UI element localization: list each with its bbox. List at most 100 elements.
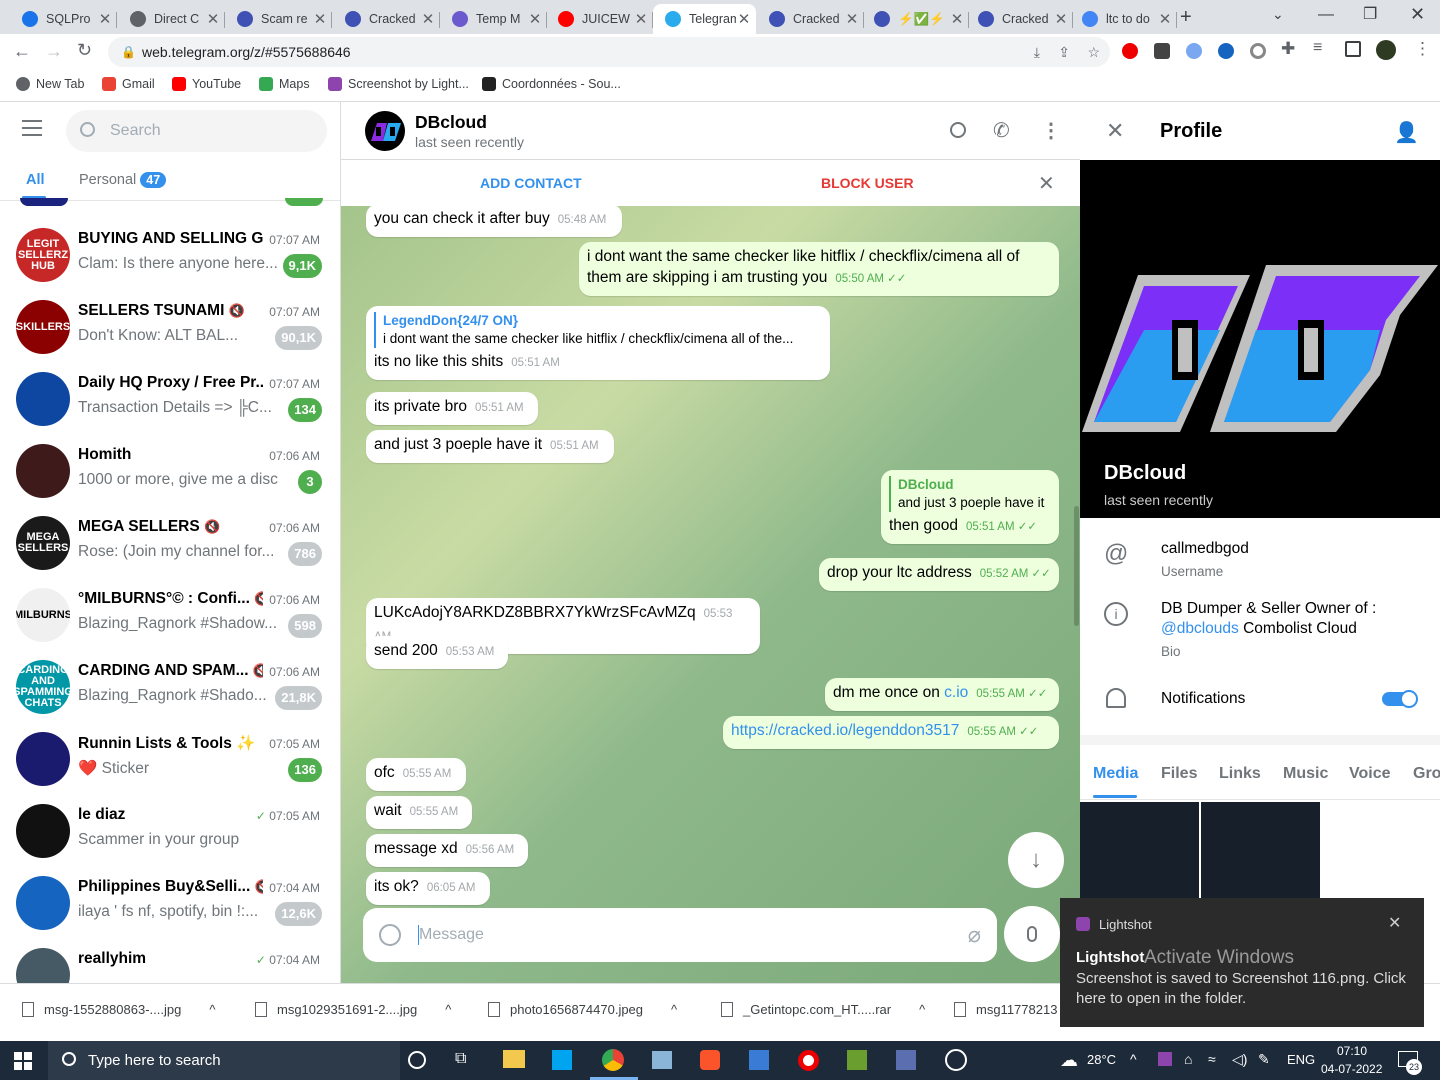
forward-icon[interactable]: →	[45, 41, 63, 62]
chat-list-item[interactable]: reallyhim ✓ 07:04 AM	[0, 940, 340, 983]
chat-list-item[interactable]: LEGIT SELLERZ HUB BUYING AND SELLING G...…	[0, 220, 340, 292]
tab-music[interactable]: Music	[1283, 765, 1328, 783]
download-item[interactable]: _Getintopc.com_HT.....rar ^	[721, 1002, 925, 1017]
chevron-up-icon[interactable]: ^	[671, 1002, 677, 1017]
new-tab-icon[interactable]: +	[1180, 6, 1192, 29]
chat-list-item[interactable]: Daily HQ Proxy / Free Pr... 07:07 AM Trans…	[0, 364, 340, 436]
tab-all[interactable]: All	[26, 172, 45, 188]
close-tab-icon[interactable]: ✕	[844, 10, 860, 28]
voice-record-button[interactable]	[1004, 906, 1060, 962]
bio-link[interactable]: @dbclouds	[1161, 620, 1239, 637]
photos-icon[interactable]	[749, 1050, 769, 1070]
close-tab-icon[interactable]: ✕	[736, 10, 752, 28]
extensions-puzzle-icon[interactable]: ✚	[1281, 39, 1295, 59]
weather-temp[interactable]: 28°C	[1087, 1052, 1116, 1067]
share-icon[interactable]: ⇪	[1058, 37, 1070, 67]
weather-icon[interactable]: ☁	[1060, 1050, 1078, 1071]
windows-start-icon[interactable]	[14, 1052, 32, 1070]
close-tab-icon[interactable]: ✕	[205, 10, 221, 28]
bookmark-new-tab[interactable]: New Tab	[16, 77, 84, 91]
volume-icon[interactable]: ◁)	[1232, 1051, 1247, 1068]
bookmark-youtube[interactable]: YouTube	[172, 77, 241, 91]
tab-files[interactable]: Files	[1161, 765, 1197, 783]
app-icon[interactable]	[896, 1050, 916, 1070]
tab-voice[interactable]: Voice	[1349, 765, 1391, 783]
chart-app-icon[interactable]	[847, 1050, 867, 1070]
clock-time[interactable]: 07:10	[1337, 1044, 1367, 1058]
chevron-up-icon[interactable]: ^	[209, 1002, 215, 1017]
tab-groups[interactable]: Gro	[1413, 765, 1440, 783]
side-panel-icon[interactable]	[1345, 41, 1361, 57]
message-input[interactable]: Message ⌀	[363, 908, 997, 962]
extension-icon[interactable]	[1186, 43, 1202, 59]
bookmark-maps[interactable]: Maps	[259, 77, 310, 91]
cortana-icon[interactable]	[408, 1051, 426, 1069]
browser-tab[interactable]: Direct C ✕	[118, 4, 225, 34]
wifi-icon[interactable]: ≈	[1208, 1051, 1216, 1067]
pen-icon[interactable]: ✎	[1258, 1051, 1270, 1068]
search-icon[interactable]	[950, 122, 966, 138]
reply-quote[interactable]: DBcloud and just 3 poeple have it	[889, 476, 1051, 512]
task-view-icon[interactable]: ⧉	[455, 1050, 466, 1068]
profile-avatar[interactable]	[1376, 40, 1396, 60]
restore-icon[interactable]: ❐	[1363, 4, 1377, 24]
install-icon[interactable]: ⤓	[1034, 37, 1040, 67]
bookmark-gmail[interactable]: Gmail	[102, 77, 155, 91]
tab-personal[interactable]: Personal 47	[79, 172, 167, 188]
chevron-up-icon[interactable]: ^	[919, 1002, 925, 1017]
language-indicator[interactable]: ENG	[1287, 1052, 1315, 1067]
emoji-icon[interactable]	[379, 924, 401, 946]
browser-tab[interactable]: Temp M ✕	[440, 4, 547, 34]
extension-icon[interactable]	[1250, 43, 1266, 59]
message-bubble[interactable]: https://cracked.io/legenddon3517 05:55 AM…	[723, 716, 1059, 749]
message-bubble[interactable]: ofc 05:55 AM	[366, 758, 466, 791]
profile-photo[interactable]: DBcloud last seen recently	[1080, 160, 1440, 518]
address-bar[interactable]: 🔒 web.telegram.org/z/#5575688646 ⤓ ⇪ ☆	[108, 37, 1110, 67]
tab-links[interactable]: Links	[1219, 765, 1261, 783]
chat-list-item[interactable]: SKILLERS SELLERS TSUNAMI 🔇 07:07 AM Don't K…	[0, 292, 340, 364]
media-thumbnail[interactable]	[1080, 802, 1199, 902]
chat-avatar[interactable]	[365, 111, 405, 151]
close-tab-icon[interactable]: ✕	[312, 10, 328, 28]
chat-list-item[interactable]: Homith 07:06 AM 1000 or more, give me a di…	[0, 436, 340, 508]
browser-tab[interactable]: Cracked ✕	[333, 4, 440, 34]
chat-list-item[interactable]: le diaz ✓ 07:05 AM Scammer in your group	[0, 796, 340, 868]
hamburger-menu-icon[interactable]	[22, 120, 42, 136]
message-bubble[interactable]: i dont want the same checker like hitfli…	[579, 242, 1059, 296]
notifications-toggle[interactable]	[1382, 690, 1418, 708]
media-control-icon[interactable]: ≡	[1313, 39, 1322, 57]
chat-list-item[interactable]: CARDING AND SPAMMING CHATS CARDING AND SP…	[0, 652, 340, 724]
browser-tab[interactable]: ⚡✅⚡ ✕	[862, 4, 969, 34]
browser-tab[interactable]: Cracked ✕	[966, 4, 1073, 34]
close-window-icon[interactable]: ✕	[1410, 4, 1425, 25]
message-bubble[interactable]: and just 3 poeple have it 05:51 AM	[366, 430, 614, 463]
download-item[interactable]: photo1656874470.jpeg ^	[488, 1002, 677, 1017]
chat-list-item[interactable]: MEGA SELLERS MEGA SELLERS 🔇 07:06 AM Rose: …	[0, 508, 340, 580]
reply-quote[interactable]: LegendDon{24/7 ON} i dont want the same c…	[374, 312, 822, 348]
tab-media[interactable]: Media	[1093, 765, 1138, 783]
close-tab-icon[interactable]: ✕	[633, 10, 649, 28]
record-icon[interactable]	[798, 1050, 819, 1071]
network-icon[interactable]: ⌂	[1184, 1051, 1192, 1067]
file-explorer-icon[interactable]	[503, 1050, 525, 1068]
bookmark-coordonnees[interactable]: Coordonnées - Sou...	[482, 77, 621, 91]
browser-tab[interactable]: JUICEW ✕	[546, 4, 653, 34]
download-item[interactable]: msg1029351691-2....jpg ^	[255, 1002, 451, 1017]
message-bubble[interactable]: LegendDon{24/7 ON} i dont want the same c…	[366, 306, 830, 380]
browser-tab[interactable]: Telegram ✕	[653, 4, 756, 34]
tab-search-icon[interactable]: ⌄	[1272, 6, 1284, 23]
browser-tab[interactable]: Cracked ✕	[757, 4, 864, 34]
close-tab-icon[interactable]: ✕	[1053, 10, 1069, 28]
close-tab-icon[interactable]: ✕	[97, 10, 113, 28]
app-icon[interactable]	[945, 1049, 967, 1071]
download-item[interactable]: msg-1552880863-....jpg ^	[22, 1002, 215, 1017]
reload-icon[interactable]: ↻	[77, 40, 92, 61]
scrollbar[interactable]	[1074, 506, 1079, 626]
close-tab-icon[interactable]: ✕	[949, 10, 965, 28]
brave-icon[interactable]	[700, 1050, 720, 1070]
chrome-icon[interactable]	[602, 1049, 624, 1071]
bookmark-lightshot[interactable]: Screenshot by Light...	[328, 77, 469, 91]
bio-row[interactable]: i DB Dumper & Seller Owner of : @dbcloud…	[1080, 594, 1440, 664]
message-bubble[interactable]: you can check it after buy 05:48 AM	[366, 204, 622, 237]
feather-icon[interactable]	[1158, 1052, 1172, 1066]
